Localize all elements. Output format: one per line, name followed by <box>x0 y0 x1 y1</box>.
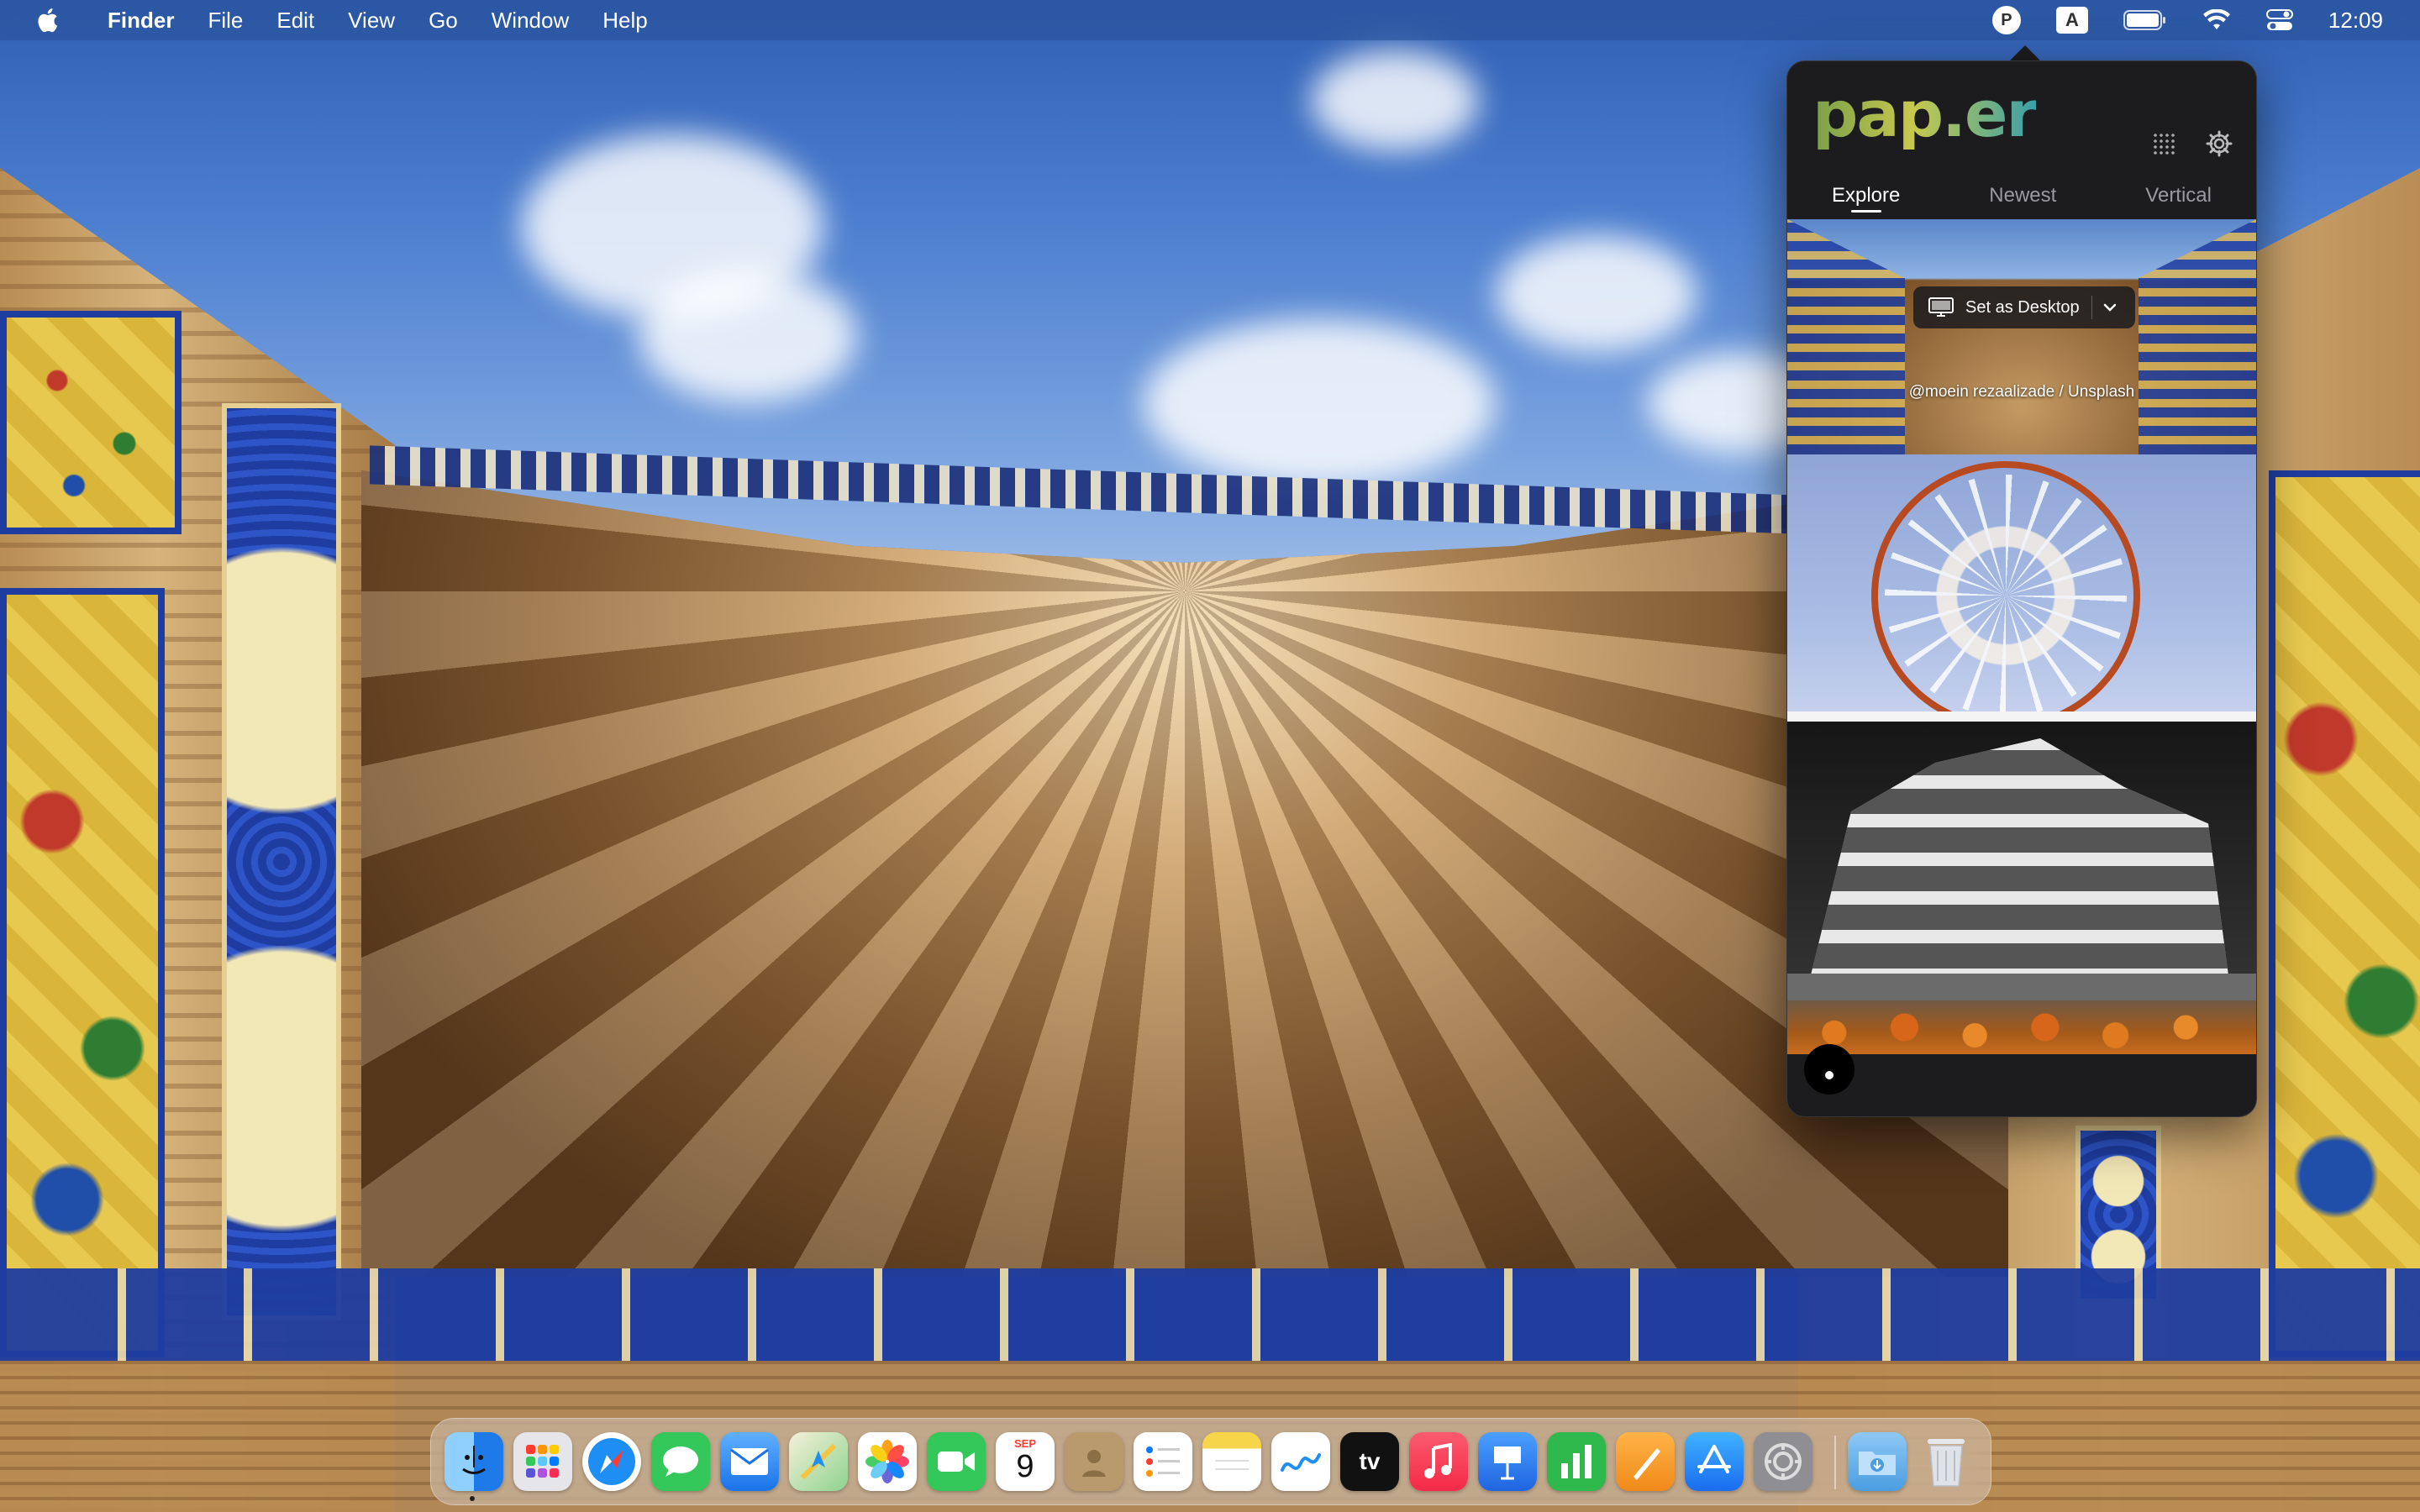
messages-icon[interactable] <box>651 1432 710 1491</box>
gear-icon[interactable] <box>2202 127 2236 160</box>
music-icon[interactable] <box>1409 1432 1468 1491</box>
menubar-clock[interactable]: 12:09 <box>2328 8 2383 34</box>
menu-app-name[interactable]: Finder <box>108 0 174 40</box>
apple-icon[interactable] <box>30 0 64 40</box>
contacts-icon[interactable] <box>1065 1432 1123 1491</box>
input-source-icon[interactable]: A <box>2055 7 2088 34</box>
paper-logo: pap.er <box>1812 76 2038 151</box>
tv-icon[interactable]: tv <box>1340 1432 1399 1491</box>
photo-credit[interactable]: @moein rezaalizade / Unsplash <box>1787 383 2256 402</box>
popover-arrow <box>2008 45 2042 62</box>
paper-menubar-icon[interactable]: P <box>1991 6 2021 34</box>
monitor-icon <box>1928 297 1954 318</box>
basketball-hoop-thumbnail[interactable] <box>1787 454 2256 722</box>
tab-vertical[interactable]: Vertical <box>2128 179 2228 213</box>
system-settings-icon[interactable] <box>1754 1432 1812 1491</box>
pages-icon[interactable] <box>1616 1432 1675 1491</box>
wallpaper-tile-panel <box>0 311 182 534</box>
maps-icon[interactable] <box>789 1432 848 1491</box>
wallpaper-muqarnas-vault <box>361 470 2008 1277</box>
tab-explore[interactable]: Explore <box>1815 179 1917 213</box>
wallpaper-tile-panel <box>0 588 165 1357</box>
paper-menubar-letter: P <box>1991 6 2021 34</box>
loading-indicator-icon <box>1804 1044 1854 1095</box>
mosque-muqarnas-thumbnail[interactable]: Set as Desktop @moein rezaalizade / Unsp… <box>1787 219 2256 454</box>
battery-icon[interactable] <box>2123 9 2167 31</box>
set-as-desktop-button[interactable]: Set as Desktop <box>1913 286 2135 328</box>
paper-app-popover: pap.er Explore Newest Vertical Set as De… <box>1786 60 2257 1117</box>
keynote-icon[interactable] <box>1478 1432 1537 1491</box>
finder-running-indicator <box>470 1496 475 1501</box>
freeform-icon[interactable] <box>1271 1432 1330 1491</box>
finder-icon[interactable] <box>445 1432 503 1491</box>
calendar-icon[interactable]: SEP 9 <box>996 1432 1055 1491</box>
paper-header: pap.er Explore Newest Vertical <box>1787 61 2256 219</box>
downloads-folder-icon[interactable] <box>1848 1432 1907 1491</box>
control-center-icon[interactable] <box>2265 8 2293 32</box>
menu-view[interactable]: View <box>348 0 395 40</box>
tv-label: tv <box>1359 1448 1381 1474</box>
mail-icon[interactable] <box>720 1432 779 1491</box>
launchpad-icon[interactable] <box>513 1432 572 1491</box>
menu-window[interactable]: Window <box>492 0 569 40</box>
wallpaper-tile-panel <box>2269 470 2420 1357</box>
app-store-icon[interactable] <box>1685 1432 1744 1491</box>
wallpaper-tile-column <box>222 403 341 1320</box>
photos-icon[interactable] <box>858 1432 917 1491</box>
calendar-day: 9 <box>1016 1448 1034 1484</box>
tab-newest[interactable]: Newest <box>1972 179 2073 213</box>
menu-go[interactable]: Go <box>429 0 458 40</box>
status-area: P A 12:09 <box>1991 0 2420 40</box>
calendar-month: SEP <box>1013 1436 1036 1450</box>
chevron-down-icon[interactable] <box>2102 302 2119 312</box>
paper-tabs: Explore Newest Vertical <box>1787 179 2256 219</box>
modern-building-thumbnail[interactable] <box>1787 722 2256 1054</box>
facetime-icon[interactable] <box>927 1432 986 1491</box>
wifi-icon[interactable] <box>2202 9 2231 31</box>
menu-bar: Finder File Edit View Go Window Help P A… <box>0 0 2420 40</box>
menu-help[interactable]: Help <box>602 0 647 40</box>
safari-icon[interactable] <box>582 1432 641 1491</box>
reminders-icon[interactable] <box>1134 1432 1192 1491</box>
menu-file[interactable]: File <box>208 0 243 40</box>
pumpkins-thumbnail[interactable] <box>1787 1000 2256 1054</box>
menu-edit[interactable]: Edit <box>276 0 314 40</box>
dock-divider <box>1834 1436 1836 1489</box>
notes-icon[interactable] <box>1202 1432 1261 1491</box>
input-source-letter: A <box>2055 7 2088 34</box>
numbers-icon[interactable] <box>1547 1432 1606 1491</box>
trash-icon[interactable] <box>1917 1432 1975 1491</box>
set-as-desktop-label: Set as Desktop <box>1965 297 2080 317</box>
dock: SEP 9 tv <box>430 1418 1991 1505</box>
grid-dots-icon[interactable] <box>2147 127 2181 160</box>
